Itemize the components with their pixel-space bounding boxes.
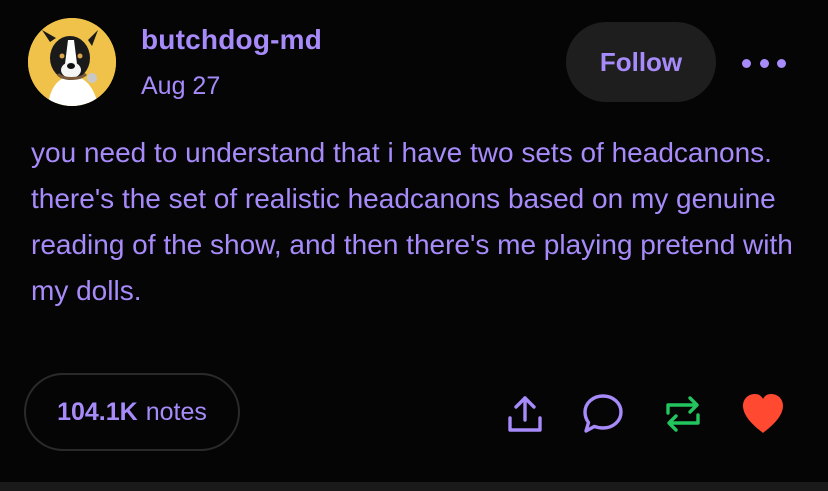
ellipsis-icon[interactable]	[742, 52, 786, 74]
dot	[759, 58, 769, 68]
reply-icon[interactable]	[579, 390, 627, 438]
username[interactable]: butchdog-md	[141, 24, 322, 56]
notes-label: notes	[145, 397, 207, 426]
avatar[interactable]	[28, 18, 116, 106]
bottom-divider	[0, 482, 828, 491]
post-date[interactable]: Aug 27	[141, 72, 220, 101]
notes-count: 104.1K	[57, 397, 138, 426]
dog-avatar-image	[28, 18, 116, 106]
dot	[742, 58, 751, 68]
heart-icon[interactable]	[739, 390, 787, 438]
notes-button[interactable]: 104.1K notes	[24, 373, 240, 451]
post-body: you need to understand that i have two s…	[31, 137, 793, 306]
reblog-icon[interactable]	[659, 390, 707, 438]
dot	[777, 58, 786, 68]
follow-button[interactable]: Follow	[566, 22, 716, 102]
share-icon[interactable]	[501, 390, 549, 438]
post-card: butchdog-md Aug 27 Follow you need to un…	[0, 0, 828, 482]
